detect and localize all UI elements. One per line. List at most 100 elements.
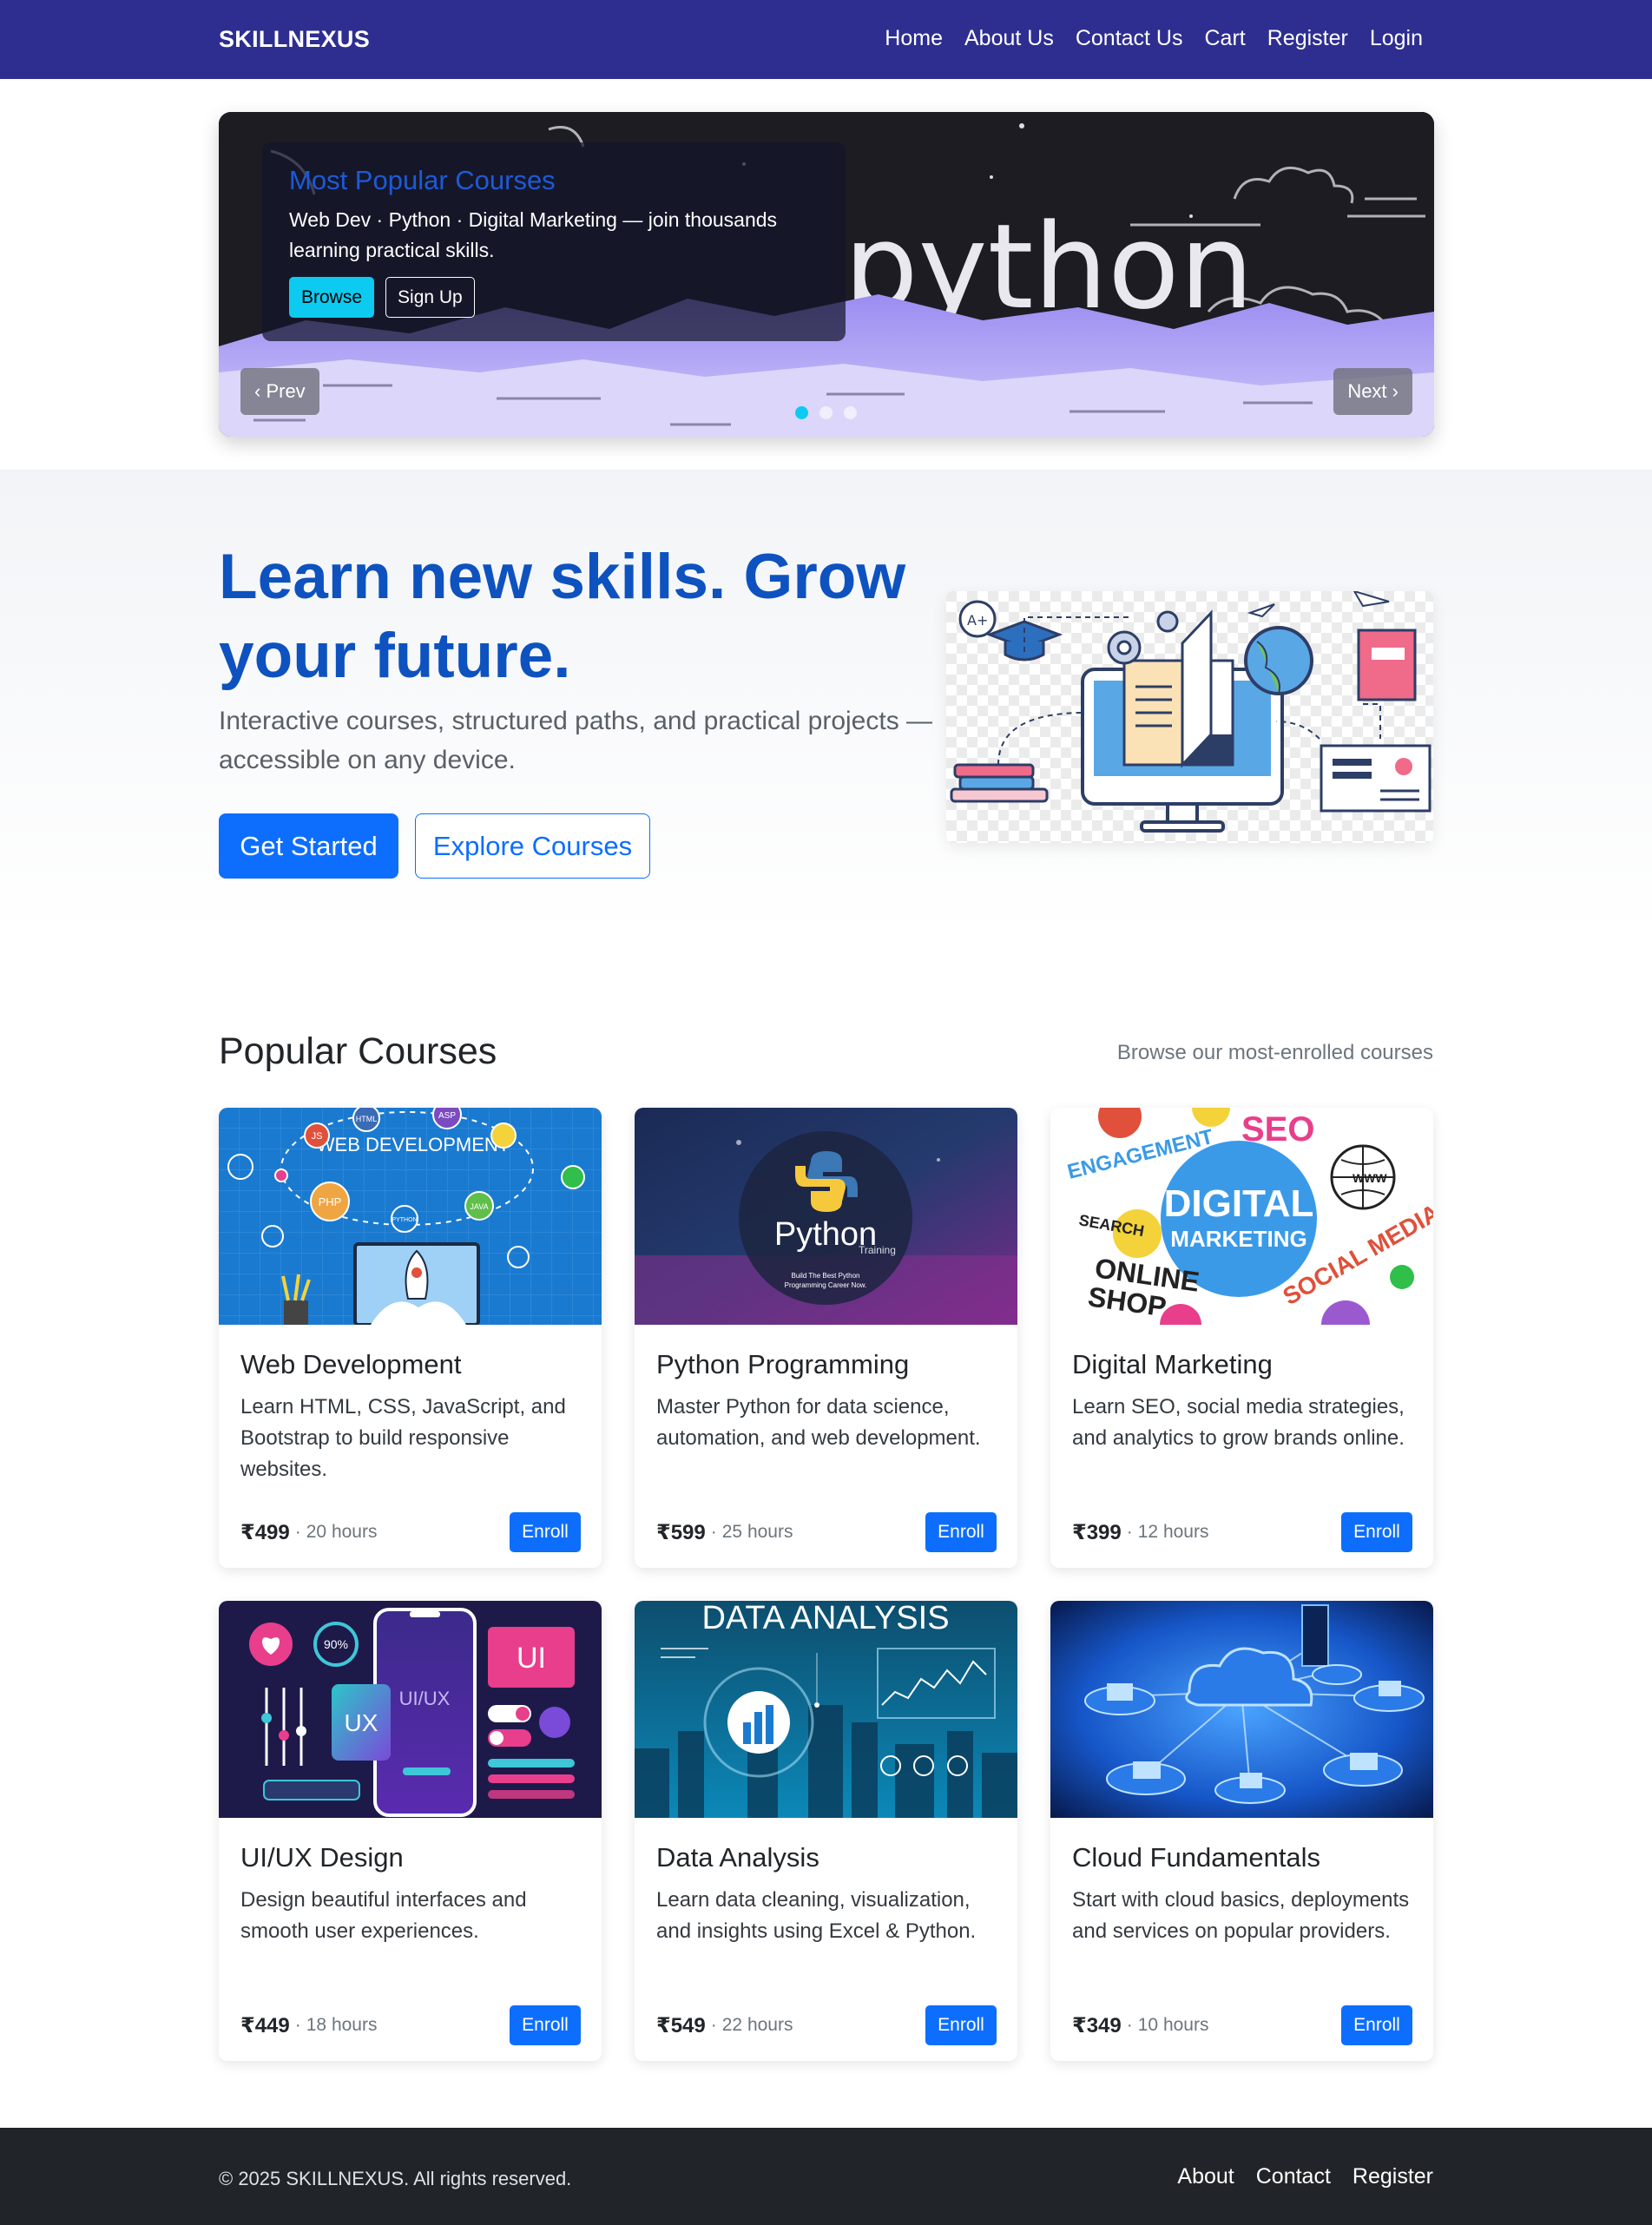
course-hours: 20 hours: [306, 1522, 378, 1542]
svg-text:SEO: SEO: [1241, 1110, 1314, 1149]
sign-up-button[interactable]: Sign Up: [385, 277, 475, 318]
enroll-button[interactable]: Enroll: [1341, 1512, 1412, 1552]
hero-illustration-badge: A+: [967, 612, 988, 629]
svg-text:JAVA: JAVA: [470, 1202, 488, 1211]
carousel-caption-title: Most Popular Courses: [289, 165, 556, 195]
dm-thumb-title: DIGITAL: [1164, 1182, 1314, 1225]
separator-dot: ·: [710, 2015, 717, 2035]
enroll-button[interactable]: Enroll: [510, 1512, 581, 1552]
carousel-caption: Most Popular Courses Web Dev · Python · …: [262, 142, 846, 341]
nav-home[interactable]: Home: [885, 26, 943, 51]
footer-copyright: © 2025 SKILLNEXUS. All rights reserved.: [219, 2168, 572, 2189]
enroll-button[interactable]: Enroll: [925, 1512, 997, 1552]
course-description: Learn data cleaning, visualization, and …: [656, 1888, 977, 1943]
nav-register[interactable]: Register: [1267, 26, 1348, 51]
separator-dot: ·: [294, 2015, 301, 2035]
hero-title: Learn new skills. Grow your future.: [219, 542, 906, 691]
hero-illustration: A+: [946, 591, 1433, 843]
separator-dot: ·: [710, 1522, 717, 1542]
svg-text:ASP: ASP: [438, 1111, 456, 1121]
svg-text:WWW: WWW: [1353, 1171, 1387, 1185]
course-card-python-programming: Python Training Build The Best Python Pr…: [635, 1108, 1017, 1568]
carousel-indicator-2[interactable]: [819, 406, 833, 419]
carousel-prev-button[interactable]: ‹ Prev: [240, 368, 319, 415]
ui-ux-thumbnail: 90% UI/UX UX UI: [219, 1601, 602, 1818]
hero-lead: Interactive courses, structured paths, a…: [219, 707, 933, 774]
popular-courses-title: Popular Courses: [219, 1030, 497, 1072]
get-started-button[interactable]: Get Started: [219, 813, 398, 879]
course-price: ₹449: [240, 2013, 290, 2037]
nav-login[interactable]: Login: [1370, 26, 1423, 51]
course-hours: 18 hours: [306, 2015, 378, 2035]
course-hours: 12 hours: [1137, 1522, 1209, 1542]
carousel-indicator-1[interactable]: [795, 406, 808, 419]
course-footer: ₹349 · 10 hours Enroll: [1072, 2005, 1412, 2045]
svg-text:UI/UX: UI/UX: [399, 1688, 451, 1709]
popular-courses-subtitle: Browse our most-enrolled courses: [1116, 1041, 1433, 1064]
svg-text:90%: 90%: [324, 1637, 348, 1651]
course-price: ₹349: [1072, 2013, 1122, 2037]
course-title: Web Development: [240, 1349, 462, 1379]
svg-text:UX: UX: [345, 1709, 378, 1736]
brand-logo[interactable]: SKILLNEXUS: [219, 26, 370, 53]
svg-text:MARKETING: MARKETING: [1170, 1226, 1306, 1252]
footer-link-register[interactable]: Register: [1353, 2164, 1433, 2189]
course-footer: ₹399 · 12 hours Enroll: [1072, 1512, 1412, 1552]
course-description: Learn SEO, social media strategies, and …: [1072, 1395, 1405, 1450]
browse-button[interactable]: Browse: [289, 277, 375, 318]
python-programming-thumbnail: Python Training Build The Best Python Pr…: [635, 1108, 1017, 1325]
svg-text:Training: Training: [859, 1244, 896, 1256]
enroll-button[interactable]: Enroll: [510, 2005, 581, 2045]
course-hours: 22 hours: [721, 2015, 793, 2035]
data-analysis-thumbnail: DATA ANALYSIS: [635, 1601, 1017, 1818]
course-title: Python Programming: [656, 1349, 910, 1379]
footer-link-about[interactable]: About: [1177, 2164, 1234, 2189]
site-footer: © 2025 SKILLNEXUS. All rights reserved. …: [0, 2128, 1652, 2225]
carousel-next-button[interactable]: Next ›: [1333, 368, 1412, 415]
carousel-indicator-3[interactable]: [844, 406, 857, 419]
course-footer: ₹499 · 20 hours Enroll: [240, 1512, 581, 1552]
svg-text:PHP: PHP: [319, 1195, 342, 1208]
course-price: ₹499: [240, 1520, 290, 1544]
course-price: ₹549: [656, 2013, 706, 2037]
course-description: Master Python for data science, automati…: [656, 1395, 981, 1450]
enroll-button[interactable]: Enroll: [1341, 2005, 1412, 2045]
course-title: Data Analysis: [656, 1842, 819, 1873]
course-hours: 25 hours: [721, 1522, 793, 1542]
course-card-cloud-fundamentals: Cloud Fundamentals Start with cloud basi…: [1050, 1601, 1433, 2061]
nav-links: Home About Us Contact Us Cart Register L…: [885, 26, 1423, 51]
separator-dot: ·: [1126, 2015, 1133, 2035]
course-card-ui-ux-design: 90% UI/UX UX UI UI/UX Design Design beau…: [219, 1601, 602, 2061]
data-thumb-title: DATA ANALYSIS: [701, 1601, 949, 1636]
course-description: Design beautiful interfaces and smooth u…: [240, 1888, 527, 1943]
svg-text:JS: JS: [312, 1131, 323, 1142]
nav-cart[interactable]: Cart: [1205, 26, 1246, 51]
nav-contact[interactable]: Contact Us: [1076, 26, 1183, 51]
course-card-data-analysis: DATA ANALYSIS Data Analysis Learn data c…: [635, 1601, 1017, 2061]
carousel-caption-text: Web Dev · Python · Digital Marketing — j…: [289, 208, 778, 261]
course-footer: ₹599 · 25 hours Enroll: [656, 1512, 997, 1552]
hero-section: Learn new skills. Grow your future. Inte…: [0, 470, 1652, 938]
separator-dot: ·: [294, 1522, 301, 1542]
course-title: Digital Marketing: [1072, 1349, 1273, 1379]
svg-text:UI: UI: [517, 1642, 546, 1675]
svg-text:PYTHON: PYTHON: [392, 1217, 417, 1223]
course-title: UI/UX Design: [240, 1842, 404, 1873]
footer-links: About Contact Register: [1177, 2164, 1433, 2189]
course-hours: 10 hours: [1137, 2015, 1209, 2035]
course-description: Start with cloud basics, deployments and…: [1072, 1888, 1410, 1943]
course-title: Cloud Fundamentals: [1072, 1842, 1321, 1873]
course-card-web-development: WEB DEVELOPMENT HTML ASP JS PHP JAVA PYT…: [219, 1108, 602, 1568]
enroll-button[interactable]: Enroll: [925, 2005, 997, 2045]
course-footer: ₹549 · 22 hours Enroll: [656, 2005, 997, 2045]
web-development-thumbnail: WEB DEVELOPMENT HTML ASP JS PHP JAVA PYT…: [219, 1108, 602, 1325]
python-thumb-tagline: Build The Best Python Programming Career…: [784, 1272, 867, 1289]
course-description: Learn HTML, CSS, JavaScript, and Bootstr…: [240, 1395, 566, 1481]
footer-link-contact[interactable]: Contact: [1256, 2164, 1331, 2189]
carousel-indicators: [795, 406, 857, 419]
nav-about[interactable]: About Us: [964, 26, 1054, 51]
course-card-digital-marketing: DIGITAL MARKETING SEO ENGAGEMENT SEARCH …: [1050, 1108, 1433, 1568]
digital-marketing-thumbnail: DIGITAL MARKETING SEO ENGAGEMENT SEARCH …: [1050, 1108, 1433, 1325]
navbar: SKILLNEXUS Home About Us Contact Us Cart…: [0, 0, 1652, 79]
explore-courses-button[interactable]: Explore Courses: [415, 813, 650, 879]
